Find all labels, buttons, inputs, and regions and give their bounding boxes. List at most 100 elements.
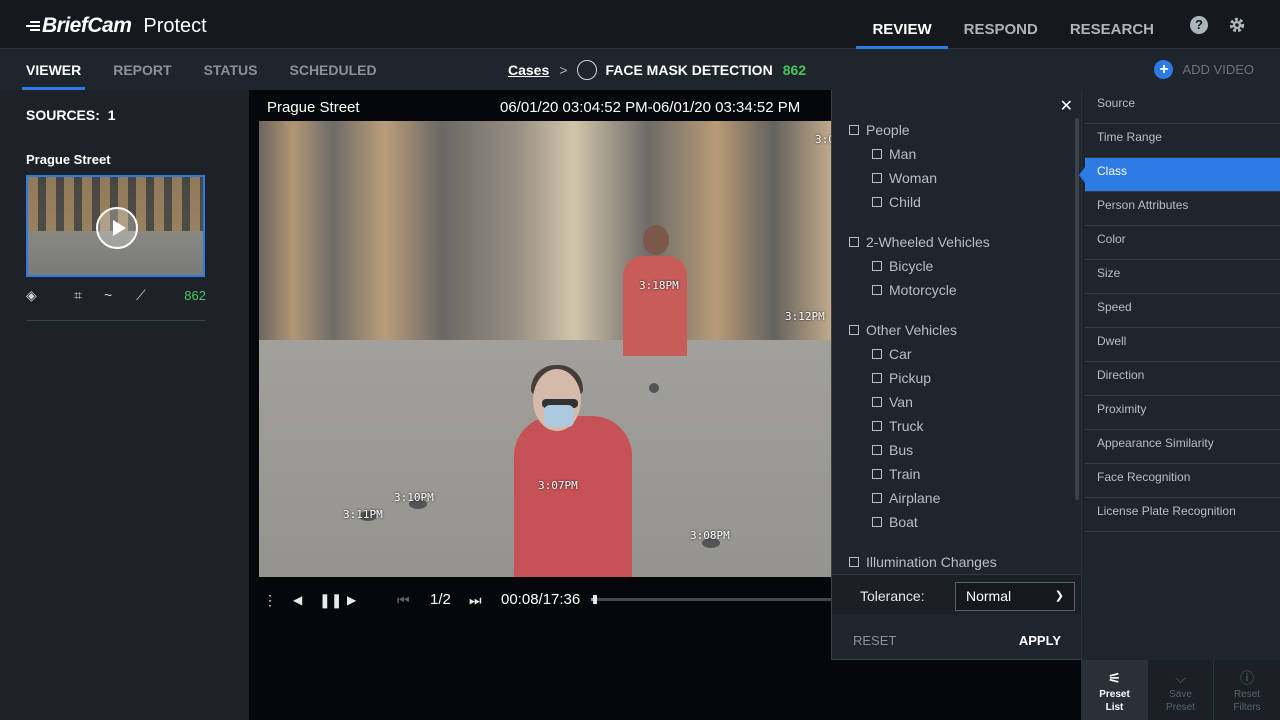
class-item-checkbox[interactable]: Van: [872, 394, 913, 410]
timestamp-label[interactable]: 3:08PM: [690, 529, 730, 542]
preset-list-button[interactable]: ⚟ Preset List: [1082, 660, 1148, 720]
close-icon[interactable]: ✕: [1060, 96, 1073, 116]
path-icon[interactable]: ~: [104, 287, 120, 303]
class-group-checkbox[interactable]: 2-Wheeled Vehicles: [849, 234, 990, 250]
first-page-icon[interactable]: ⏮: [397, 592, 410, 608]
timestamp-label[interactable]: 3:10PM: [394, 491, 434, 504]
class-item-checkbox[interactable]: Bicycle: [872, 258, 933, 274]
tab-report[interactable]: REPORT: [113, 49, 171, 90]
reset-filters-label: Reset Filters: [1233, 689, 1261, 713]
checkbox-icon[interactable]: [872, 173, 882, 183]
class-group-checkbox[interactable]: People: [849, 122, 910, 138]
checkbox-icon[interactable]: [849, 237, 859, 247]
alert-circle-icon: ⓘ: [1240, 670, 1254, 686]
play-icon[interactable]: [96, 207, 138, 249]
filter-menu-item[interactable]: Dwell: [1085, 328, 1280, 362]
class-item-checkbox[interactable]: Car: [872, 346, 912, 362]
class-group-checkbox[interactable]: Other Vehicles: [849, 322, 957, 338]
layers-icon[interactable]: ◈: [26, 287, 42, 303]
seek-bar[interactable]: [591, 595, 831, 604]
class-item-label: Boat: [889, 514, 918, 530]
checkbox-icon[interactable]: [849, 325, 859, 335]
checkbox-icon[interactable]: [872, 285, 882, 295]
source-thumbnail[interactable]: [26, 175, 205, 277]
line-crossing-icon[interactable]: ⟋: [136, 287, 152, 303]
camera-name: Prague Street: [267, 99, 360, 116]
filter-menu-item[interactable]: Size: [1085, 260, 1280, 294]
filter-menu-item[interactable]: Person Attributes: [1085, 192, 1280, 226]
nav-tab-review[interactable]: REVIEW: [856, 0, 948, 49]
step-back-icon[interactable]: ◀: [293, 592, 302, 608]
tab-viewer[interactable]: VIEWER: [21, 49, 86, 90]
checkbox-icon[interactable]: [872, 373, 882, 383]
checkbox-icon[interactable]: [872, 517, 882, 527]
class-item-checkbox[interactable]: Motorcycle: [872, 282, 957, 298]
playback-time: 00:08/17:36: [501, 591, 581, 608]
class-item-label: Man: [889, 146, 917, 162]
brand-name: BriefCam: [42, 14, 132, 37]
timestamp-label[interactable]: 3:12PM: [785, 310, 825, 323]
timestamp-label[interactable]: 3:07PM: [538, 479, 578, 492]
filter-menu-item[interactable]: Time Range: [1085, 124, 1280, 158]
add-video-button[interactable]: + ADD VIDEO: [1154, 49, 1254, 90]
filter-menu-item[interactable]: Face Recognition: [1085, 464, 1280, 498]
step-forward-icon[interactable]: ▶: [347, 592, 356, 608]
save-preset-button[interactable]: ⌵ Save Preset: [1148, 660, 1214, 720]
video-frame[interactable]: 3:18PM 3:12PM 3:10PM 3:11PM 3:07PM 3:08P…: [259, 121, 831, 577]
checkbox-icon[interactable]: [872, 261, 882, 271]
tab-scheduled[interactable]: SCHEDULED: [290, 49, 377, 90]
class-item-checkbox[interactable]: Woman: [872, 170, 937, 186]
class-item-checkbox[interactable]: Airplane: [872, 490, 940, 506]
filter-menu-item[interactable]: Proximity: [1085, 396, 1280, 430]
checkbox-icon[interactable]: [849, 557, 859, 567]
timestamp-label[interactable]: 3:0: [815, 133, 831, 146]
nav-tab-respond[interactable]: RESPOND: [948, 0, 1054, 49]
checkbox-icon[interactable]: [872, 149, 882, 159]
checkbox-icon[interactable]: [872, 197, 882, 207]
logo[interactable]: BriefCam Protect: [26, 14, 207, 38]
class-item-checkbox[interactable]: Pickup: [872, 370, 931, 386]
checkbox-icon[interactable]: [872, 421, 882, 431]
class-item-checkbox[interactable]: Train: [872, 466, 920, 482]
seek-handle[interactable]: [592, 595, 597, 604]
share-icon[interactable]: [577, 59, 598, 80]
more-options-icon[interactable]: ⋮: [263, 592, 277, 608]
checkbox-icon[interactable]: [872, 493, 882, 503]
class-group-label: 2-Wheeled Vehicles: [866, 234, 990, 250]
checkbox-icon[interactable]: [872, 445, 882, 455]
timestamp-label[interactable]: 3:18PM: [639, 279, 679, 292]
class-group-checkbox[interactable]: Illumination Changes: [849, 554, 997, 570]
checkbox-icon[interactable]: [872, 349, 882, 359]
checkbox-icon[interactable]: [872, 397, 882, 407]
timestamp-label[interactable]: 3:11PM: [343, 508, 383, 521]
filter-menu-item[interactable]: License Plate Recognition: [1085, 498, 1280, 532]
filter-menu-item[interactable]: Source: [1085, 90, 1280, 124]
checkbox-icon[interactable]: [849, 125, 859, 135]
source-count: 862: [184, 288, 206, 303]
reset-button[interactable]: RESET: [853, 633, 896, 648]
filter-menu-item[interactable]: Speed: [1085, 294, 1280, 328]
breadcrumb-cases-link[interactable]: Cases: [508, 62, 549, 78]
settings-button[interactable]: [1228, 0, 1268, 49]
tab-status[interactable]: STATUS: [204, 49, 258, 90]
class-item-checkbox[interactable]: Boat: [872, 514, 918, 530]
area-icon[interactable]: ⌗: [74, 287, 90, 303]
help-button[interactable]: ?: [1170, 15, 1228, 34]
apply-button[interactable]: APPLY: [1019, 633, 1061, 648]
nav-tab-research[interactable]: RESEARCH: [1054, 0, 1170, 49]
filter-menu-item[interactable]: Class: [1079, 158, 1280, 192]
reset-filters-button[interactable]: ⓘ Reset Filters: [1214, 660, 1280, 720]
filter-menu-item[interactable]: Direction: [1085, 362, 1280, 396]
filter-menu-item[interactable]: Color: [1085, 226, 1280, 260]
class-item-checkbox[interactable]: Child: [872, 194, 921, 210]
tolerance-select[interactable]: Normal ❯: [955, 582, 1075, 611]
tolerance-label: Tolerance:: [860, 588, 925, 604]
class-item-checkbox[interactable]: Bus: [872, 442, 913, 458]
last-page-icon[interactable]: ⏭: [469, 592, 482, 608]
source-name: Prague Street: [26, 152, 111, 167]
pause-icon[interactable]: ❚❚: [319, 592, 342, 608]
class-item-checkbox[interactable]: Man: [872, 146, 916, 162]
class-item-checkbox[interactable]: Truck: [872, 418, 923, 434]
filter-menu-item[interactable]: Appearance Similarity: [1085, 430, 1280, 464]
checkbox-icon[interactable]: [872, 469, 882, 479]
